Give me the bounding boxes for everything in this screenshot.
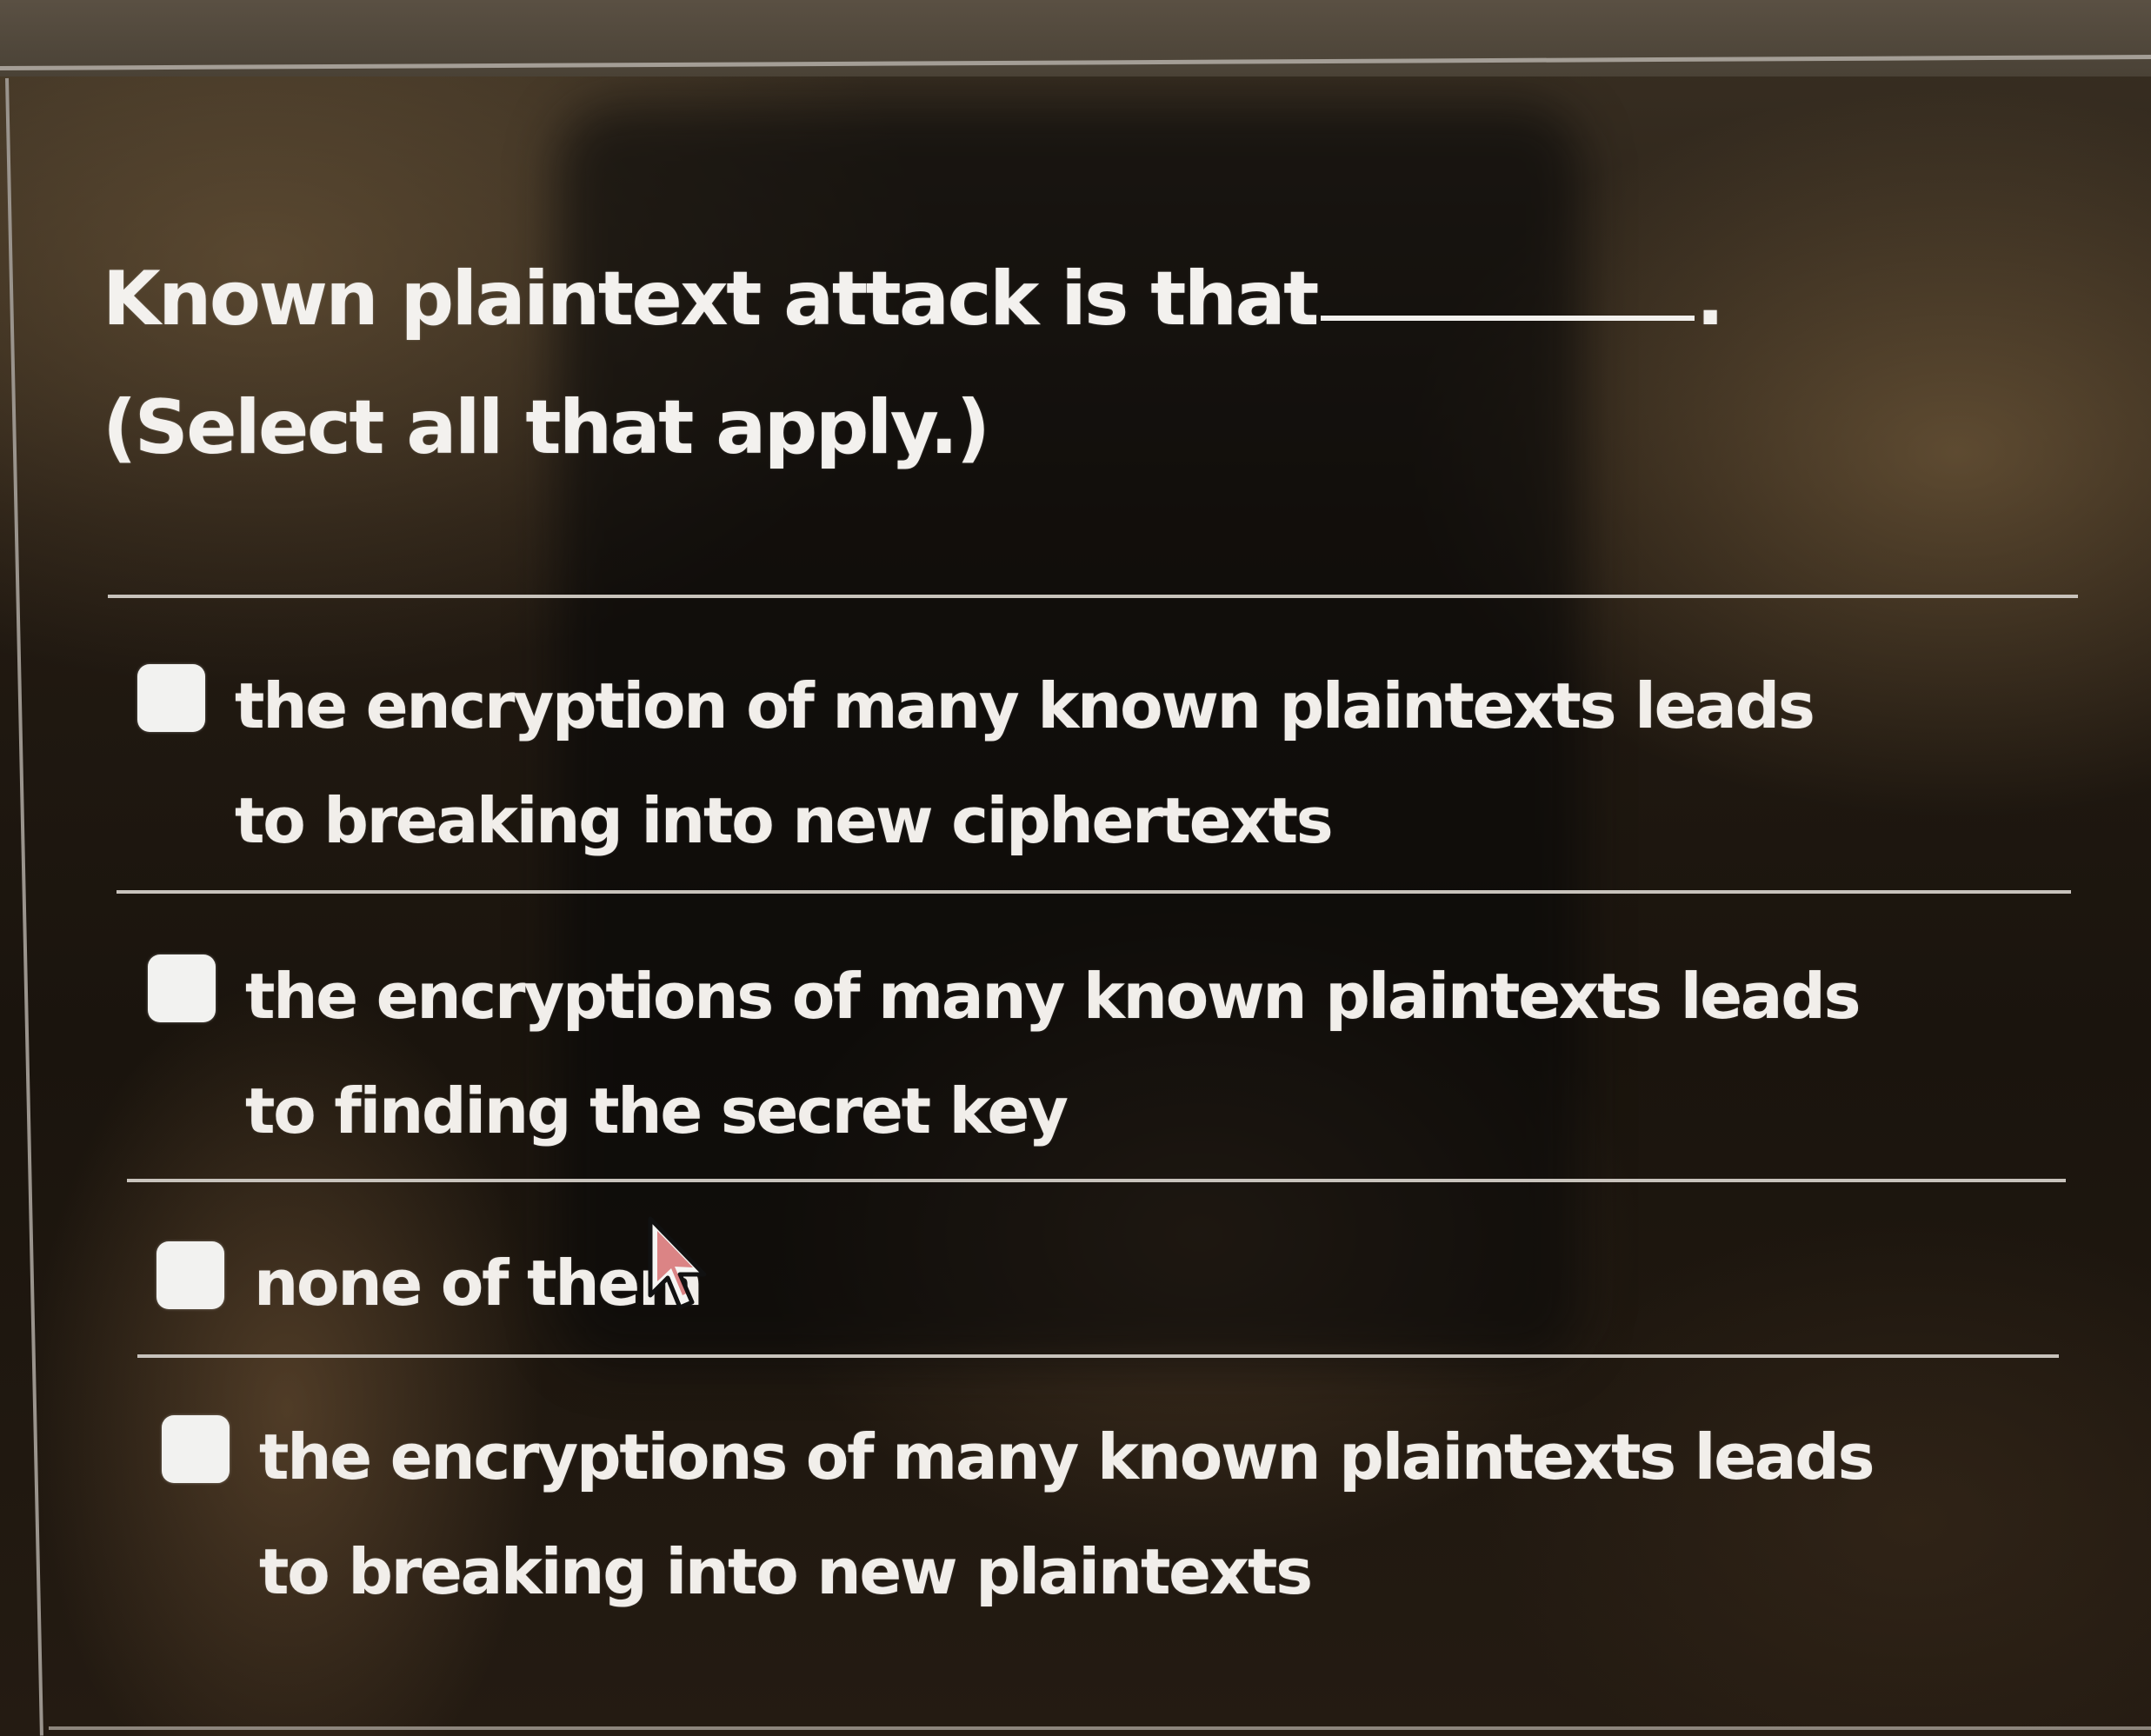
option-3[interactable]: none of them [156,1226,1721,1340]
option-1-label: the encryption of many known plaintexts … [235,669,1815,857]
quiz-screen: Known plaintext attack is that. (Select … [0,0,2151,1736]
option-divider-2 [127,1179,2066,1182]
left-border [5,77,43,1736]
option-2[interactable]: the encryptions of many known plaintexts… [148,939,1904,1168]
option-4[interactable]: the encryptions of many known plaintexts… [162,1400,1901,1629]
option-2-checkbox[interactable] [148,954,216,1022]
mouse-pointer-icon [648,1216,707,1310]
question-blank [1320,263,1695,321]
option-3-label: none of them [254,1247,703,1320]
question-divider [108,595,2078,598]
question-text: Known plaintext attack is that. (Select … [103,235,1998,492]
option-1-checkbox[interactable] [137,664,205,732]
option-4-label: the encryptions of many known plaintexts… [259,1420,1875,1608]
option-3-checkbox[interactable] [156,1241,224,1309]
option-1[interactable]: the encryption of many known plaintexts … [137,649,1876,878]
option-divider-3 [137,1354,2059,1358]
bottom-border [49,1726,2151,1730]
option-2-label: the encryptions of many known plaintexts… [245,960,1861,1147]
option-divider-1 [117,890,2071,894]
question-prefix: Known plaintext attack is that [103,256,1319,343]
option-4-checkbox[interactable] [162,1415,230,1483]
